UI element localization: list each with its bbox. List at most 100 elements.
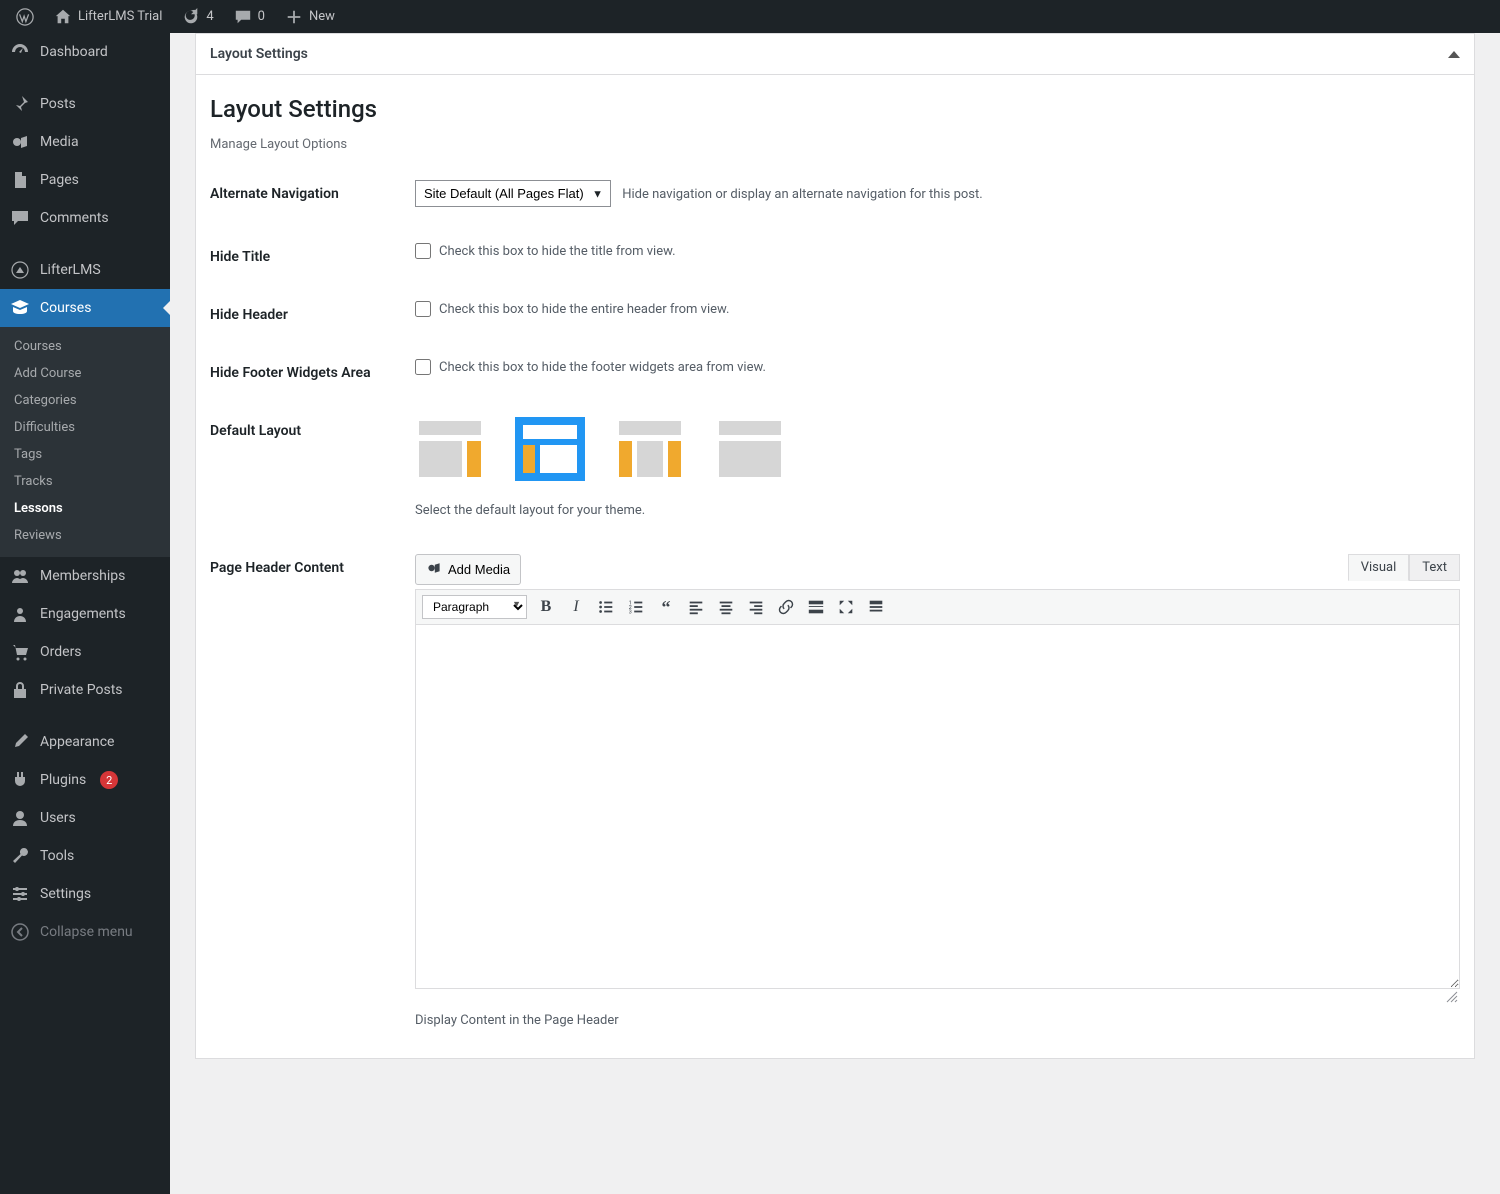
layout-full-width[interactable] (715, 417, 785, 481)
link-icon[interactable] (775, 596, 797, 618)
bulleted-list-icon[interactable] (595, 596, 617, 618)
page-title: Layout Settings (210, 95, 1460, 123)
menu-comments[interactable]: Comments (0, 199, 170, 237)
site-home-link[interactable]: LifterLMS Trial (46, 0, 170, 33)
main-content: Layout Settings Layout Settings Manage L… (170, 33, 1500, 1194)
brush-icon (10, 732, 30, 752)
comments-link[interactable]: 0 (226, 0, 273, 33)
engagements-icon (10, 604, 30, 624)
memberships-icon (10, 566, 30, 586)
editor-toolbar: Paragraph B I 123 “ (415, 589, 1460, 624)
hide-header-hint: Check this box to hide the entire header… (439, 302, 729, 317)
align-right-icon[interactable] (745, 596, 767, 618)
menu-label: Plugins (40, 772, 86, 788)
plugins-badge: 2 (100, 771, 118, 789)
menu-label: Engagements (40, 606, 126, 622)
menu-tools[interactable]: Tools (0, 837, 170, 875)
pages-icon (10, 170, 30, 190)
sub-tags[interactable]: Tags (0, 441, 170, 468)
plus-icon (285, 8, 303, 26)
sub-difficulties[interactable]: Difficulties (0, 414, 170, 441)
wp-logo[interactable] (8, 0, 42, 33)
layout-right-sidebar[interactable] (415, 417, 485, 481)
menu-appearance[interactable]: Appearance (0, 723, 170, 761)
new-content-link[interactable]: New (277, 0, 343, 33)
updates-link[interactable]: 4 (174, 0, 221, 33)
editor-textarea[interactable] (415, 624, 1460, 989)
hide-title-label: Hide Title (210, 243, 415, 265)
italic-icon[interactable]: I (565, 596, 587, 618)
menu-courses[interactable]: Courses (0, 289, 170, 327)
menu-label: Media (40, 134, 79, 150)
panel-header[interactable]: Layout Settings (196, 34, 1474, 75)
sub-lessons[interactable]: Lessons (0, 495, 170, 522)
sub-reviews[interactable]: Reviews (0, 522, 170, 549)
wordpress-icon (16, 8, 34, 26)
user-icon (10, 808, 30, 828)
editor-tab-text[interactable]: Text (1409, 554, 1460, 581)
menu-lifterlms[interactable]: LifterLMS (0, 251, 170, 289)
toolbar-toggle-icon[interactable] (865, 596, 887, 618)
collapse-icon (10, 922, 30, 942)
menu-settings[interactable]: Settings (0, 875, 170, 913)
cart-icon (10, 642, 30, 662)
comments-count: 0 (258, 9, 265, 24)
menu-dashboard[interactable]: Dashboard (0, 33, 170, 71)
admin-sidemenu: Dashboard Posts Media Pages Comments Lif… (0, 33, 170, 1194)
menu-label: Users (40, 810, 76, 826)
comments-icon (10, 208, 30, 228)
menu-label: Private Posts (40, 682, 123, 698)
menu-memberships[interactable]: Memberships (0, 557, 170, 595)
menu-pages[interactable]: Pages (0, 161, 170, 199)
courses-icon (10, 298, 30, 318)
menu-media[interactable]: Media (0, 123, 170, 161)
alt-nav-select[interactable]: Site Default (All Pages Flat) (415, 180, 611, 207)
menu-posts[interactable]: Posts (0, 85, 170, 123)
hide-header-label: Hide Header (210, 301, 415, 323)
panel-toggle-icon[interactable] (1448, 51, 1460, 58)
align-left-icon[interactable] (685, 596, 707, 618)
menu-label: Dashboard (40, 44, 108, 60)
alt-nav-hint: Hide navigation or display an alternate … (622, 187, 982, 202)
hide-footer-checkbox[interactable] (415, 359, 431, 375)
bold-icon[interactable]: B (535, 596, 557, 618)
courses-submenu: Courses Add Course Categories Difficulti… (0, 327, 170, 557)
align-center-icon[interactable] (715, 596, 737, 618)
menu-label: Courses (40, 300, 91, 316)
numbered-list-icon[interactable]: 123 (625, 596, 647, 618)
site-name: LifterLMS Trial (78, 9, 162, 24)
menu-label: Settings (40, 886, 91, 902)
sub-add-course[interactable]: Add Course (0, 360, 170, 387)
hide-title-checkbox[interactable] (415, 243, 431, 259)
default-layout-label: Default Layout (210, 417, 415, 439)
menu-plugins[interactable]: Plugins 2 (0, 761, 170, 799)
editor-footer-hint: Display Content in the Page Header (415, 1013, 1460, 1028)
resize-handle-icon[interactable] (415, 989, 1460, 1003)
sub-tracks[interactable]: Tracks (0, 468, 170, 495)
hide-footer-label: Hide Footer Widgets Area (210, 359, 415, 381)
menu-orders[interactable]: Orders (0, 633, 170, 671)
layout-settings-panel: Layout Settings Layout Settings Manage L… (195, 33, 1475, 1059)
fullscreen-icon[interactable] (835, 596, 857, 618)
hide-title-hint: Check this box to hide the title from vi… (439, 244, 676, 259)
menu-label: Posts (40, 96, 76, 112)
sub-courses[interactable]: Courses (0, 333, 170, 360)
hide-header-checkbox[interactable] (415, 301, 431, 317)
sub-categories[interactable]: Categories (0, 387, 170, 414)
wrench-icon (10, 846, 30, 866)
add-media-button[interactable]: Add Media (415, 554, 521, 585)
lifter-icon (10, 260, 30, 280)
menu-collapse[interactable]: Collapse menu (0, 913, 170, 951)
editor-tab-visual[interactable]: Visual (1348, 554, 1410, 581)
media-icon (426, 560, 442, 579)
media-icon (10, 132, 30, 152)
layout-left-sidebar[interactable] (515, 417, 585, 481)
menu-label: LifterLMS (40, 262, 101, 278)
menu-engagements[interactable]: Engagements (0, 595, 170, 633)
read-more-icon[interactable] (805, 596, 827, 618)
format-select[interactable]: Paragraph (422, 595, 527, 619)
layout-both-sidebars[interactable] (615, 417, 685, 481)
blockquote-icon[interactable]: “ (655, 596, 677, 618)
menu-users[interactable]: Users (0, 799, 170, 837)
menu-private-posts[interactable]: Private Posts (0, 671, 170, 709)
